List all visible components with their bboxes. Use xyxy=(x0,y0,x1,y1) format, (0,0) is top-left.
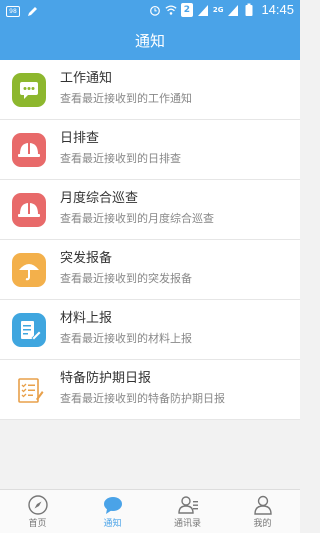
tab-profile[interactable]: 我的 xyxy=(225,490,300,533)
item-subtitle: 查看最近接收到的特备防护期日报 xyxy=(60,392,225,405)
sim-icon: 2 xyxy=(180,2,193,17)
list-item-protection-daily[interactable]: 特备防护期日报 查看最近接收到的特备防护期日报 xyxy=(0,360,300,420)
compass-icon xyxy=(27,495,48,515)
contacts-icon xyxy=(177,496,198,514)
wifi-icon xyxy=(165,5,177,15)
helmet-icon xyxy=(12,133,46,167)
tab-home[interactable]: 首页 xyxy=(0,490,75,533)
list-item-material-report[interactable]: 材料上报 查看最近接收到的材料上报 xyxy=(0,300,300,360)
pencil-icon xyxy=(28,7,37,16)
tab-label: 通知 xyxy=(103,519,122,529)
network-type: 2G xyxy=(212,5,224,14)
item-title: 材料上报 xyxy=(60,311,113,326)
list-item-emergency-report[interactable]: 突发报备 查看最近接收到的突发报备 xyxy=(0,240,300,300)
notification-badge: 98 xyxy=(6,5,20,17)
checklist-icon xyxy=(12,373,46,407)
item-subtitle: 查看最近接收到的日排查 xyxy=(60,152,181,165)
list-item-work-notice[interactable]: 工作通知 查看最近接收到的工作通知 xyxy=(0,60,300,120)
list-item-daily-check[interactable]: 日排查 查看最近接收到的日排查 xyxy=(0,120,300,180)
item-subtitle: 查看最近接收到的月度综合巡查 xyxy=(60,212,214,225)
item-title: 日排查 xyxy=(60,131,100,146)
alarm-icon xyxy=(149,5,160,16)
item-subtitle: 查看最近接收到的材料上报 xyxy=(60,332,192,345)
status-bar: 98 2 2G 14:45 xyxy=(0,0,300,22)
signal-icon xyxy=(228,4,239,16)
tab-label: 通讯录 xyxy=(173,519,201,529)
item-title: 突发报备 xyxy=(60,251,113,266)
item-title: 月度综合巡查 xyxy=(60,191,139,206)
signal-icon xyxy=(197,4,208,16)
notification-list: 工作通知 查看最近接收到的工作通知 日排查 查看最近接收到的日排查 月度综合巡查… xyxy=(0,60,300,420)
user-icon xyxy=(253,495,272,515)
umbrella-icon xyxy=(12,253,46,287)
tab-notice[interactable]: 通知 xyxy=(75,490,150,533)
helmet-icon xyxy=(12,193,46,227)
tab-label: 我的 xyxy=(253,519,272,529)
tab-contacts[interactable]: 通讯录 xyxy=(150,490,225,533)
battery-icon xyxy=(245,3,253,16)
message-icon xyxy=(12,73,46,107)
document-edit-icon xyxy=(12,313,46,347)
list-item-monthly-patrol[interactable]: 月度综合巡查 查看最近接收到的月度综合巡查 xyxy=(0,180,300,240)
item-subtitle: 查看最近接收到的突发报备 xyxy=(60,272,192,285)
item-title: 工作通知 xyxy=(60,71,113,86)
clock: 14:45 xyxy=(261,2,294,17)
page-title: 通知 xyxy=(0,22,300,60)
bottom-tab-bar: 首页 通知 通讯录 我的 xyxy=(0,489,300,533)
tab-label: 首页 xyxy=(28,519,47,529)
item-title: 特备防护期日报 xyxy=(60,371,152,386)
item-subtitle: 查看最近接收到的工作通知 xyxy=(60,92,192,105)
chat-bubble-icon xyxy=(103,497,122,514)
